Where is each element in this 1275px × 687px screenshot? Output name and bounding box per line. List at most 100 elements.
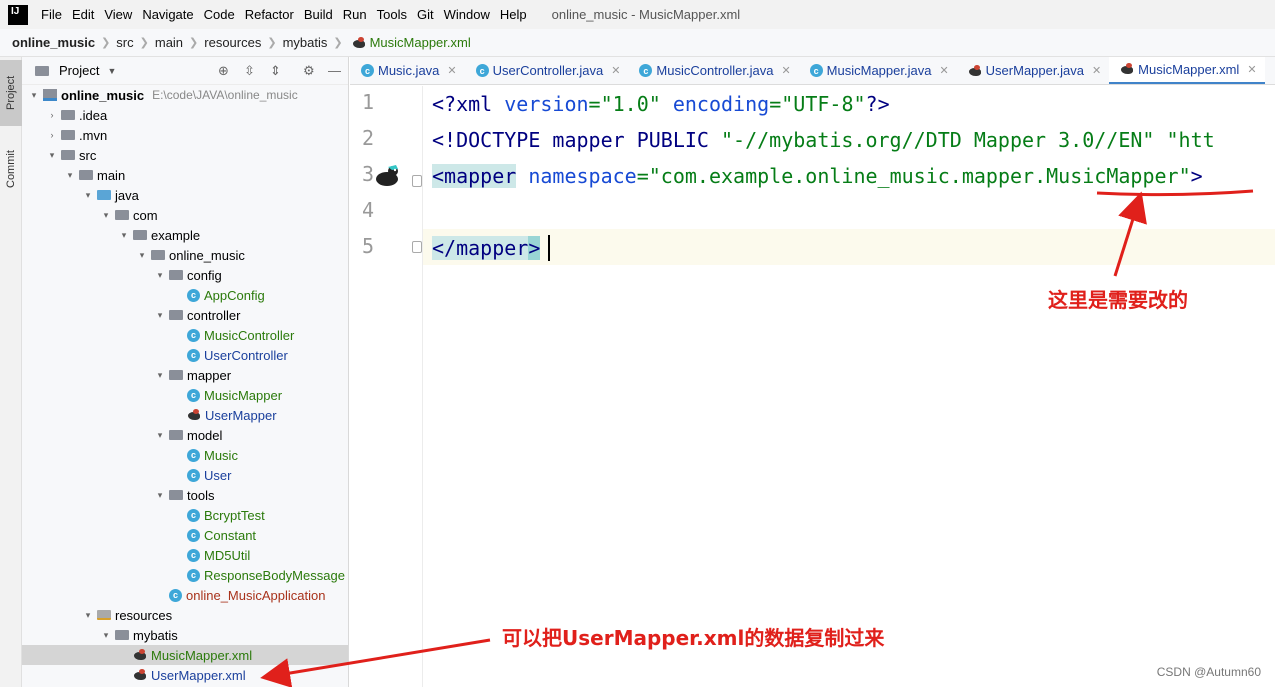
java-class-icon: c — [187, 388, 200, 402]
chevron-down-icon[interactable]: ▼ — [107, 66, 116, 76]
fold-marker-icon[interactable] — [412, 175, 422, 187]
chevron-icon[interactable]: ▾ — [64, 170, 76, 181]
menu-view[interactable]: View — [99, 0, 137, 29]
tree-item[interactable]: c AppConfig — [22, 285, 348, 305]
close-icon[interactable]: ✕ — [1092, 64, 1101, 77]
tree-item[interactable]: ▾ config — [22, 265, 348, 285]
editor-tab[interactable]: c MusicController.java ✕ — [628, 57, 798, 84]
commit-tool-tab[interactable]: Commit — [0, 137, 22, 201]
menu-tools[interactable]: Tools — [372, 0, 412, 29]
menu-refactor[interactable]: Refactor — [240, 0, 299, 29]
menu-window[interactable]: Window — [439, 0, 495, 29]
tree-item[interactable]: › .idea — [22, 105, 348, 125]
tree-item[interactable]: c UserController — [22, 345, 348, 365]
tree-item[interactable]: c ResponseBodyMessage — [22, 565, 348, 585]
tree-item-label: example — [151, 227, 201, 243]
close-icon[interactable]: ✕ — [447, 64, 456, 77]
tree-item[interactable]: ▾ tools — [22, 485, 348, 505]
fold-marker-icon[interactable] — [412, 241, 422, 253]
chevron-icon[interactable]: ▾ — [154, 430, 166, 441]
tree-item[interactable]: ▾ example — [22, 225, 348, 245]
close-icon[interactable]: ✕ — [781, 64, 790, 77]
editor-tab[interactable]: UserMapper.java ✕ — [957, 57, 1110, 84]
editor-tab[interactable]: MusicMapper.xml ✕ — [1109, 57, 1265, 84]
tree-item[interactable]: ▾ controller — [22, 305, 348, 325]
editor-tab[interactable]: c UserController.java ✕ — [465, 57, 629, 84]
breadcrumb-item-project[interactable]: online_music — [12, 35, 95, 50]
folder-icon — [115, 210, 129, 220]
chevron-icon[interactable]: ▾ — [100, 210, 112, 221]
chevron-icon[interactable]: ▾ — [46, 150, 58, 161]
chevron-icon[interactable]: ▾ — [28, 90, 40, 101]
menu-code[interactable]: Code — [199, 0, 240, 29]
mybatis-bird-icon[interactable] — [374, 164, 404, 188]
menu-navigate[interactable]: Navigate — [137, 0, 198, 29]
chevron-icon[interactable]: ▾ — [82, 190, 94, 201]
tree-item[interactable]: ▾ model — [22, 425, 348, 445]
close-icon[interactable]: ✕ — [1247, 63, 1256, 76]
chevron-icon[interactable]: ▾ — [100, 630, 112, 641]
menu-build[interactable]: Build — [299, 0, 338, 29]
tree-item[interactable]: UserMapper — [22, 405, 348, 425]
project-view-dropdown[interactable]: Project — [59, 63, 99, 78]
tree-item[interactable]: ▾ resources — [22, 605, 348, 625]
breadcrumb-item-file[interactable]: MusicMapper.xml — [370, 35, 471, 50]
expand-all-icon[interactable]: ⇳ — [244, 63, 255, 79]
tree-item[interactable]: c MD5Util — [22, 545, 348, 565]
mybatis-bird-icon — [133, 649, 147, 661]
tree-item[interactable]: ▾ mybatis — [22, 625, 348, 645]
tree-item[interactable]: ▾ com — [22, 205, 348, 225]
tree-item[interactable]: ▾ online_music E:\code\JAVA\online_music — [22, 85, 348, 105]
editor-tab-label: MusicController.java — [656, 63, 774, 78]
chevron-icon[interactable]: ▾ — [82, 610, 94, 621]
java-class-icon: c — [187, 548, 200, 562]
tree-item[interactable]: c MusicController — [22, 325, 348, 345]
breadcrumb-item-main[interactable]: main — [155, 35, 183, 50]
tree-item[interactable]: c MusicMapper — [22, 385, 348, 405]
chevron-icon[interactable]: ▾ — [154, 310, 166, 321]
chevron-icon[interactable]: › — [46, 110, 58, 120]
chevron-icon[interactable]: ▾ — [154, 270, 166, 281]
chevron-icon[interactable]: ▾ — [136, 250, 148, 261]
mybatis-bird-icon — [352, 36, 366, 49]
editor-tab[interactable]: c MusicMapper.java ✕ — [799, 57, 957, 84]
tree-item[interactable]: MusicMapper.xml — [22, 645, 348, 665]
java-class-icon: c — [639, 64, 653, 77]
breadcrumb-item-mybatis[interactable]: mybatis — [283, 35, 328, 50]
tree-item[interactable]: ▾ java — [22, 185, 348, 205]
menu-git[interactable]: Git — [412, 0, 439, 29]
breadcrumb-item-resources[interactable]: resources — [204, 35, 261, 50]
gear-icon[interactable]: ⚙ — [303, 63, 315, 79]
menu-help[interactable]: Help — [495, 0, 532, 29]
tree-item[interactable]: ▾ online_music — [22, 245, 348, 265]
hide-panel-icon[interactable]: — — [328, 63, 341, 78]
close-icon[interactable]: ✕ — [939, 64, 948, 77]
namespace-class-name: MusicMapper — [1046, 164, 1179, 188]
editor-tab[interactable]: c Music.java ✕ — [350, 57, 465, 84]
tree-item[interactable]: › .mvn — [22, 125, 348, 145]
close-icon[interactable]: ✕ — [611, 64, 620, 77]
tree-item[interactable]: c BcryptTest — [22, 505, 348, 525]
tree-item[interactable]: c online_MusicApplication — [22, 585, 348, 605]
chevron-icon[interactable]: ▾ — [154, 490, 166, 501]
breadcrumb-item-src[interactable]: src — [116, 35, 133, 50]
tree-item[interactable]: c Constant — [22, 525, 348, 545]
locate-file-icon[interactable]: ⊕ — [218, 63, 229, 79]
chevron-icon[interactable]: ▾ — [154, 370, 166, 381]
project-tool-tab[interactable]: Project — [0, 60, 22, 126]
menu-edit[interactable]: Edit — [67, 0, 99, 29]
tree-item[interactable]: ▾ main — [22, 165, 348, 185]
editor-gutter: 1 2 3 4 5 — [350, 86, 423, 687]
code-editor[interactable]: 1 2 3 4 5 <?xml version="1.0" encoding="… — [350, 86, 1275, 687]
tree-item[interactable]: ▾ src — [22, 145, 348, 165]
tree-item[interactable]: UserMapper.xml — [22, 665, 348, 685]
tree-item[interactable]: c Music — [22, 445, 348, 465]
chevron-icon[interactable]: ▾ — [118, 230, 130, 241]
tree-item[interactable]: c User — [22, 465, 348, 485]
menu-file[interactable]: File — [36, 0, 67, 29]
menu-run[interactable]: Run — [338, 0, 372, 29]
chevron-icon[interactable]: › — [46, 130, 58, 140]
tree-item-label: AppConfig — [204, 287, 265, 303]
tree-item[interactable]: ▾ mapper — [22, 365, 348, 385]
collapse-all-icon[interactable]: ⇕ — [270, 63, 281, 79]
